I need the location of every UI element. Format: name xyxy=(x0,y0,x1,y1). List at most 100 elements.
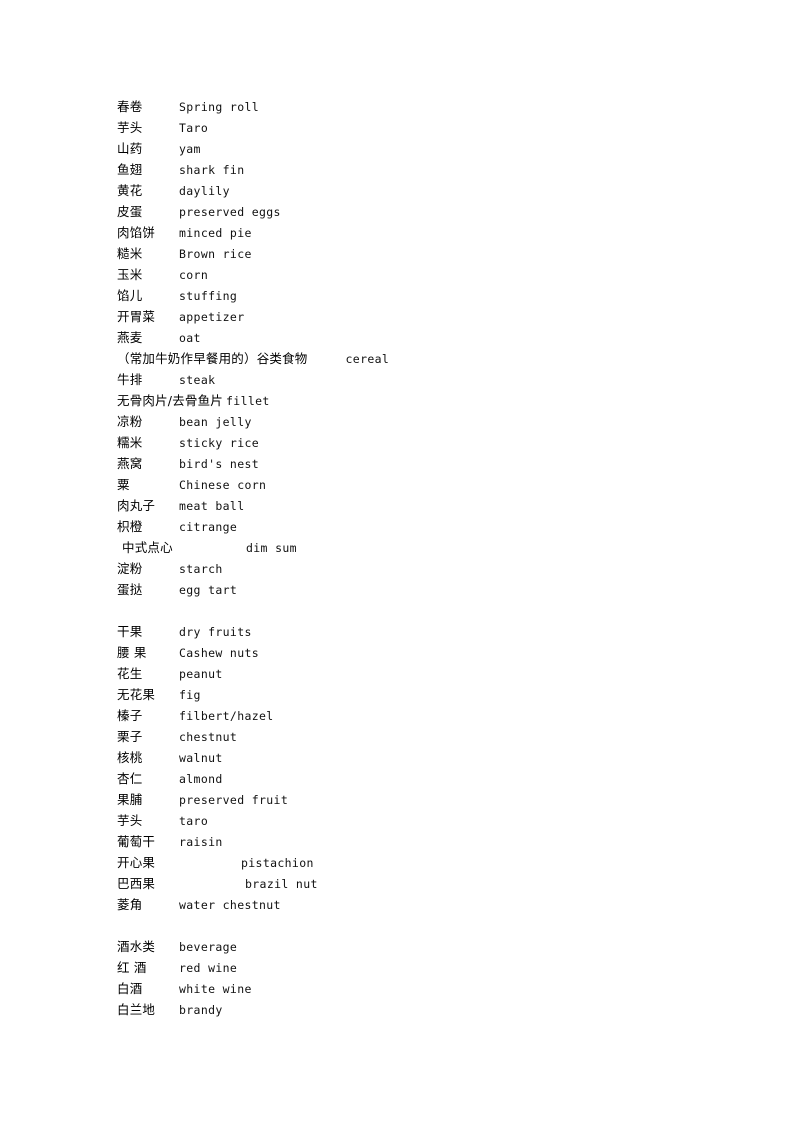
entry-term-chinese: 蛋挞 xyxy=(117,582,143,597)
entry-term-chinese: 糙米 xyxy=(117,246,143,261)
glossary-entry: 馅儿 stuffing xyxy=(117,285,717,306)
entry-term-chinese: 山药 xyxy=(117,141,143,156)
glossary-entry: （常加牛奶作早餐用的）谷类食物 cereal xyxy=(117,348,717,369)
glossary-entry: 干果 dry fruits xyxy=(117,621,717,642)
glossary-entry: 淀粉 starch xyxy=(117,558,717,579)
entry-term-chinese: 开胃菜 xyxy=(117,309,156,324)
glossary-entry: 粟 Chinese corn xyxy=(117,474,717,495)
entry-gloss-english: dim sum xyxy=(246,541,297,555)
glossary-entry: 栗子 chestnut xyxy=(117,726,717,747)
entry-term-chinese: 白兰地 xyxy=(117,1002,156,1017)
entry-term-chinese: 菱角 xyxy=(117,897,143,912)
glossary-entry: 杏仁 almond xyxy=(117,768,717,789)
entry-term-chinese: 皮蛋 xyxy=(117,204,143,219)
entry-gloss-english: daylily xyxy=(179,184,230,198)
entry-term-chinese: 无骨肉片/去骨鱼片 xyxy=(117,393,224,408)
entry-term-chinese: 燕窝 xyxy=(117,456,143,471)
entry-gloss-english: beverage xyxy=(179,940,238,954)
entry-term-chinese: 红 酒 xyxy=(117,960,147,975)
entry-gloss-english: walnut xyxy=(179,751,223,765)
entry-gloss-english: stuffing xyxy=(179,289,238,303)
entry-term-chinese: 开心果 xyxy=(117,855,156,870)
entry-gloss-english: pistachion xyxy=(241,856,314,870)
entry-gloss-english: citrange xyxy=(179,520,238,534)
glossary-entry: 燕窝 bird's nest xyxy=(117,453,717,474)
glossary-entry: 芋头 taro xyxy=(117,810,717,831)
entry-term-chinese: 糯米 xyxy=(117,435,143,450)
entry-gloss-english: peanut xyxy=(179,667,223,681)
entry-gloss-english: yam xyxy=(179,142,201,156)
entry-gloss-english: Brown rice xyxy=(179,247,252,261)
entry-gloss-english: almond xyxy=(179,772,223,786)
entry-gloss-english: Spring roll xyxy=(179,100,260,114)
entry-gloss-english: starch xyxy=(179,562,223,576)
entry-gloss-english: Taro xyxy=(179,121,209,135)
glossary-entry: 枳橙 citrange xyxy=(117,516,717,537)
entry-gloss-english: corn xyxy=(179,268,209,282)
glossary-entry: 糯米 sticky rice xyxy=(117,432,717,453)
glossary-entry: 肉丸子 meat ball xyxy=(117,495,717,516)
glossary-entry: 开胃菜 appetizer xyxy=(117,306,717,327)
entry-gloss-english: oat xyxy=(179,331,201,345)
glossary-entry: 榛子 filbert/hazel xyxy=(117,705,717,726)
entry-term-chinese: 牛排 xyxy=(117,372,143,387)
entry-gloss-english: bird's nest xyxy=(179,457,260,471)
glossary-entry: 凉粉 bean jelly xyxy=(117,411,717,432)
entry-term-chinese: 杏仁 xyxy=(117,771,143,786)
entry-term-chinese: 芋头 xyxy=(117,120,143,135)
entry-gloss-english: bean jelly xyxy=(179,415,252,429)
entry-gloss-english: water chestnut xyxy=(179,898,281,912)
entry-term-chinese: 芋头 xyxy=(117,813,143,828)
entry-gloss-english: appetizer xyxy=(179,310,245,324)
glossary-entry: 肉馅饼 minced pie xyxy=(117,222,717,243)
entry-term-chinese: 花生 xyxy=(117,666,143,681)
entry-gloss-english: meat ball xyxy=(179,499,245,513)
entry-term-chinese: 玉米 xyxy=(117,267,143,282)
glossary-entry: 芋头 Taro xyxy=(117,117,717,138)
entry-gloss-english: brazil nut xyxy=(245,877,318,891)
glossary-entry: 白兰地 brandy xyxy=(117,999,717,1020)
entry-term-chinese: 中式点心 xyxy=(122,540,173,555)
glossary-entry: 鱼翅 shark fin xyxy=(117,159,717,180)
entry-term-chinese: 肉馅饼 xyxy=(117,225,156,240)
glossary-entry: 花生 peanut xyxy=(117,663,717,684)
glossary-section-dried-fruits-and-nuts: 干果 dry fruits 腰 果 Cashew nuts 花生 peanut 无花果 fig… xyxy=(117,621,717,915)
entry-gloss-english: dry fruits xyxy=(179,625,252,639)
glossary-entry: 中式点心 dim sum xyxy=(117,537,717,558)
entry-term-chinese: 馅儿 xyxy=(117,288,143,303)
entry-term-chinese: 腰 果 xyxy=(117,645,147,660)
entry-term-chinese: 巴西果 xyxy=(117,876,156,891)
entry-term-chinese: 鱼翅 xyxy=(117,162,143,177)
entry-term-chinese: 栗子 xyxy=(117,729,143,744)
glossary-entry: 菱角 water chestnut xyxy=(117,894,717,915)
glossary-entry: 糙米 Brown rice xyxy=(117,243,717,264)
glossary-entry: 无花果 fig xyxy=(117,684,717,705)
glossary-entry: 核桃 walnut xyxy=(117,747,717,768)
entry-term-chinese: 葡萄干 xyxy=(117,834,156,849)
entry-gloss-english: steak xyxy=(179,373,216,387)
glossary-entry: 山药 yam xyxy=(117,138,717,159)
entry-term-chinese: 果脯 xyxy=(117,792,143,807)
glossary-entry: 开心果 pistachion xyxy=(117,852,717,873)
entry-term-chinese: 酒水类 xyxy=(117,939,156,954)
glossary-entry: 酒水类 beverage xyxy=(117,936,717,957)
entry-term-chinese: 核桃 xyxy=(117,750,143,765)
entry-gloss-english: fig xyxy=(179,688,201,702)
entry-gloss-english: minced pie xyxy=(179,226,252,240)
entry-term-chinese: 春卷 xyxy=(117,99,143,114)
entry-gloss-english: preserved fruit xyxy=(179,793,289,807)
glossary-entry: 红 酒 red wine xyxy=(117,957,717,978)
glossary-entry: 春卷 Spring roll xyxy=(117,96,717,117)
entry-term-chinese: 黄花 xyxy=(117,183,143,198)
entry-gloss-english: egg tart xyxy=(179,583,238,597)
glossary-section-staples-and-dishes: 春卷 Spring roll 芋头 Taro 山药 yam 鱼翅 shark fin 黄花 day… xyxy=(117,96,717,600)
entry-gloss-english: red wine xyxy=(179,961,238,975)
entry-gloss-english: Cashew nuts xyxy=(179,646,260,660)
entry-term-chinese: 肉丸子 xyxy=(117,498,156,513)
glossary-entry: 蛋挞 egg tart xyxy=(117,579,717,600)
document-page: 春卷 Spring roll 芋头 Taro 山药 yam 鱼翅 shark fin 黄花 day… xyxy=(0,0,794,1123)
glossary-entry: 无骨肉片/去骨鱼片 fillet xyxy=(117,390,717,411)
entry-gloss-english: preserved eggs xyxy=(179,205,281,219)
entry-term-chinese: （常加牛奶作早餐用的）谷类食物 xyxy=(117,351,308,366)
